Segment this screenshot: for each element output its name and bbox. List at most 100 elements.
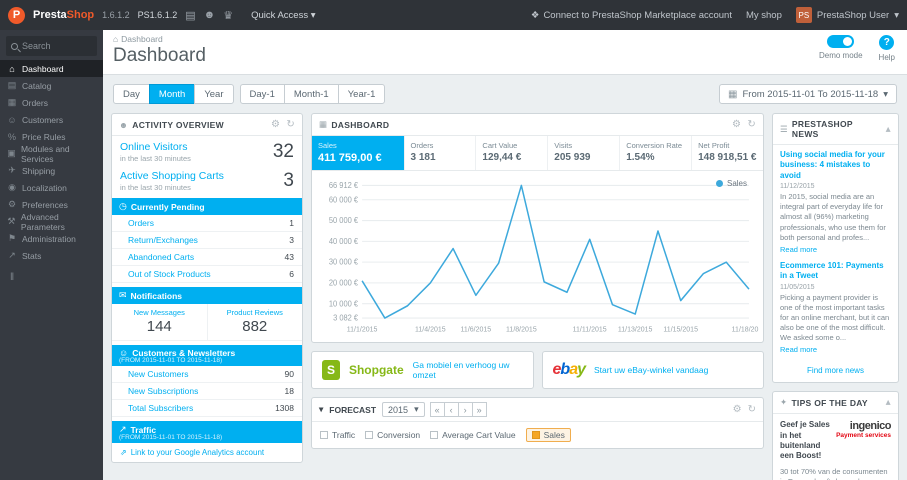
refresh-icon[interactable]: ↻ — [747, 119, 756, 130]
read-more-link[interactable]: Read more — [780, 345, 891, 354]
forecast-nav: « ‹ › » — [429, 402, 487, 417]
checkbox-icon — [320, 431, 328, 439]
sidebar-item-catalog[interactable]: ▤ Catalog — [0, 77, 103, 94]
gear-icon[interactable]: ⚙ — [733, 404, 742, 415]
sidebar-item-shipping[interactable]: ✈ Shipping — [0, 162, 103, 179]
sidebar-item-modules[interactable]: ▣ Modules and Services — [0, 144, 103, 164]
kpi-label: Cart Value — [482, 141, 518, 150]
pending-orders-link[interactable]: Orders — [128, 218, 154, 228]
active-carts-link[interactable]: Active Shopping Carts — [120, 170, 224, 182]
sidebar-item-price-rules[interactable]: % Price Rules — [0, 128, 103, 145]
kpi-sales[interactable]: Sales 411 759,00 € — [312, 136, 405, 170]
google-analytics-link[interactable]: ⇗ Link to your Google Analytics account — [112, 443, 302, 462]
forecast-legend-sales[interactable]: Sales — [525, 428, 571, 442]
pending-returns-value: 3 — [289, 235, 294, 245]
pending-returns-link[interactable]: Return/Exchanges — [128, 235, 198, 245]
abandoned-carts-row: Abandoned Carts 43 — [112, 249, 302, 266]
forecast-legend: Traffic Conversion Average Cart Value Sa… — [312, 422, 763, 448]
quick-access-label: Quick Access — [251, 9, 309, 21]
orders-icon: ▦ — [7, 97, 17, 107]
article-title-link[interactable]: Using social media for your business: 4 … — [780, 150, 891, 181]
trophy-icon[interactable]: ♛ — [223, 9, 233, 22]
news-panel-header: ☰ PRESTASHOP NEWS ▴ — [773, 114, 898, 145]
shop-name-link[interactable]: PS1.6.1.2 — [138, 10, 178, 20]
total-subscribers-value: 1308 — [275, 403, 294, 413]
online-visitors-sub: in the last 30 minutes — [120, 154, 191, 163]
forecast-legend-average-cart-value[interactable]: Average Cart Value — [430, 430, 516, 440]
abandoned-carts-link[interactable]: Abandoned Carts — [128, 252, 194, 262]
read-more-link[interactable]: Read more — [780, 245, 891, 254]
product-reviews-cell[interactable]: Product Reviews 882 — [206, 304, 303, 340]
home-icon: ⌂ — [113, 34, 119, 44]
cart-icon[interactable]: ▤ — [185, 9, 195, 22]
collapse-chevron-icon[interactable]: ▴ — [886, 124, 891, 135]
article-title-link[interactable]: Ecommerce 101: Payments in a Tweet — [780, 261, 891, 282]
sidebar-item-localization[interactable]: ◉ Localization — [0, 179, 103, 196]
sidebar-item-orders[interactable]: ▦ Orders — [0, 94, 103, 111]
topbar: P PrestaShop 1.6.1.2 PS1.6.1.2 ▤ ☻ ♛ Qui… — [0, 0, 907, 30]
forecast-legend-conversion[interactable]: Conversion — [365, 430, 420, 440]
shopgate-link[interactable]: Ga mobiel en verhoog uw omzet — [413, 360, 523, 380]
prestashop-admin: P PrestaShop 1.6.1.2 PS1.6.1.2 ▤ ☻ ♛ Qui… — [0, 0, 907, 480]
new-customers-link[interactable]: New Customers — [128, 369, 188, 379]
svg-text:11/4/2015: 11/4/2015 — [415, 325, 446, 334]
previous-page-button[interactable]: ‹ — [443, 402, 459, 417]
link-icon: ⇗ — [120, 448, 127, 457]
date-range-button[interactable]: ▦ From 2015-11-01 To 2015-11-18 ▾ — [719, 84, 897, 104]
quick-access-menu[interactable]: Quick Access ▾ — [251, 10, 315, 21]
gear-icon[interactable]: ⚙ — [732, 119, 741, 130]
sidebar-item-dashboard[interactable]: ⌂ Dashboard — [0, 60, 103, 77]
kpi-cart-value[interactable]: Cart Value 129,44 € — [476, 136, 549, 170]
sales-chart-area: Sales 66 912 € 60 000 € 50 000 € 40 000 € 30… — [312, 171, 763, 342]
search-input[interactable] — [22, 41, 92, 51]
marketplace-link[interactable]: ❖ Connect to PrestaShop Marketplace accou… — [531, 10, 732, 21]
demo-mode-toggle[interactable] — [827, 35, 855, 48]
online-visitors-link[interactable]: Online Visitors — [120, 141, 191, 153]
new-subscriptions-link[interactable]: New Subscriptions — [128, 386, 198, 396]
kpi-visits[interactable]: Visits 205 939 — [548, 136, 621, 170]
toggle-knob — [843, 37, 853, 46]
sidebar-item-advanced-parameters[interactable]: ⚒ Advanced Parameters — [0, 212, 103, 232]
wrench-icon: ⚒ — [7, 216, 16, 226]
refresh-icon[interactable]: ↻ — [748, 404, 756, 415]
kpi-conversion-rate[interactable]: Conversion Rate 1.54% — [620, 136, 693, 170]
range-day-1-button[interactable]: Day-1 — [239, 84, 285, 104]
sidebar-collapse-button[interactable]: ‖ — [0, 264, 103, 291]
range-month-button[interactable]: Month — [148, 84, 196, 104]
kpi-net-profit[interactable]: Net Profit 148 918,51 € — [692, 136, 763, 170]
total-subscribers-link[interactable]: Total Subscribers — [128, 403, 193, 413]
range-year-1-button[interactable]: Year-1 — [337, 84, 386, 104]
collapse-chevron-icon[interactable]: ▾ — [319, 404, 323, 415]
person-icon[interactable]: ☻ — [204, 9, 216, 21]
new-messages-cell[interactable]: New Messages 144 — [112, 304, 207, 340]
gear-icon[interactable]: ⚙ — [271, 119, 280, 130]
mail-icon: ✉ — [119, 290, 127, 300]
range-month-1-button[interactable]: Month-1 — [283, 84, 339, 104]
next-page-button[interactable]: › — [457, 402, 473, 417]
refresh-icon[interactable]: ↻ — [286, 119, 295, 130]
kpi-orders[interactable]: Orders 3 181 — [405, 136, 477, 170]
forecast-year-select[interactable]: 2015 ▾ — [382, 402, 425, 417]
notifications-header: ✉ Notifications — [112, 287, 302, 304]
user-menu[interactable]: PS PrestaShop User ▾ — [795, 7, 899, 23]
help-icon[interactable]: ? — [879, 35, 895, 50]
forecast-legend-traffic[interactable]: Traffic — [320, 430, 355, 440]
sidebar: ⌂ Dashboard ▤ Catalog ▦ Orders ☺ Customers %… — [0, 30, 103, 480]
range-year-button[interactable]: Year — [194, 84, 234, 104]
my-shop-link[interactable]: My shop — [746, 10, 782, 21]
ingenico-subtitle: Payment services — [836, 432, 891, 440]
range-day-button[interactable]: Day — [113, 84, 150, 104]
pending-orders-value: 1 — [289, 218, 294, 228]
collapse-chevron-icon[interactable]: ▴ — [886, 397, 891, 408]
find-more-news-link[interactable]: Find more news — [773, 363, 898, 382]
sidebar-item-preferences[interactable]: ⚙ Preferences — [0, 196, 103, 213]
sidebar-item-customers[interactable]: ☺ Customers — [0, 111, 103, 128]
first-page-button[interactable]: « — [429, 402, 445, 417]
out-of-stock-link[interactable]: Out of Stock Products — [128, 269, 211, 279]
help-label: Help — [878, 53, 895, 62]
page-header: ⌂ Dashboard Dashboard Demo mode ? Help — [103, 30, 907, 75]
sidebar-item-stats[interactable]: ↗ Stats — [0, 247, 103, 264]
last-page-button[interactable]: » — [471, 402, 487, 417]
ebay-link[interactable]: Start uw eBay-winkel vandaag — [594, 365, 708, 375]
sidebar-item-administration[interactable]: ⚑ Administration — [0, 230, 103, 247]
